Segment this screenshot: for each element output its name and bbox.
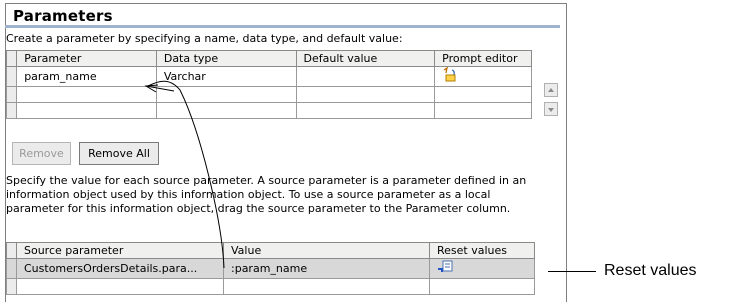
drag-arrow xyxy=(144,80,225,269)
